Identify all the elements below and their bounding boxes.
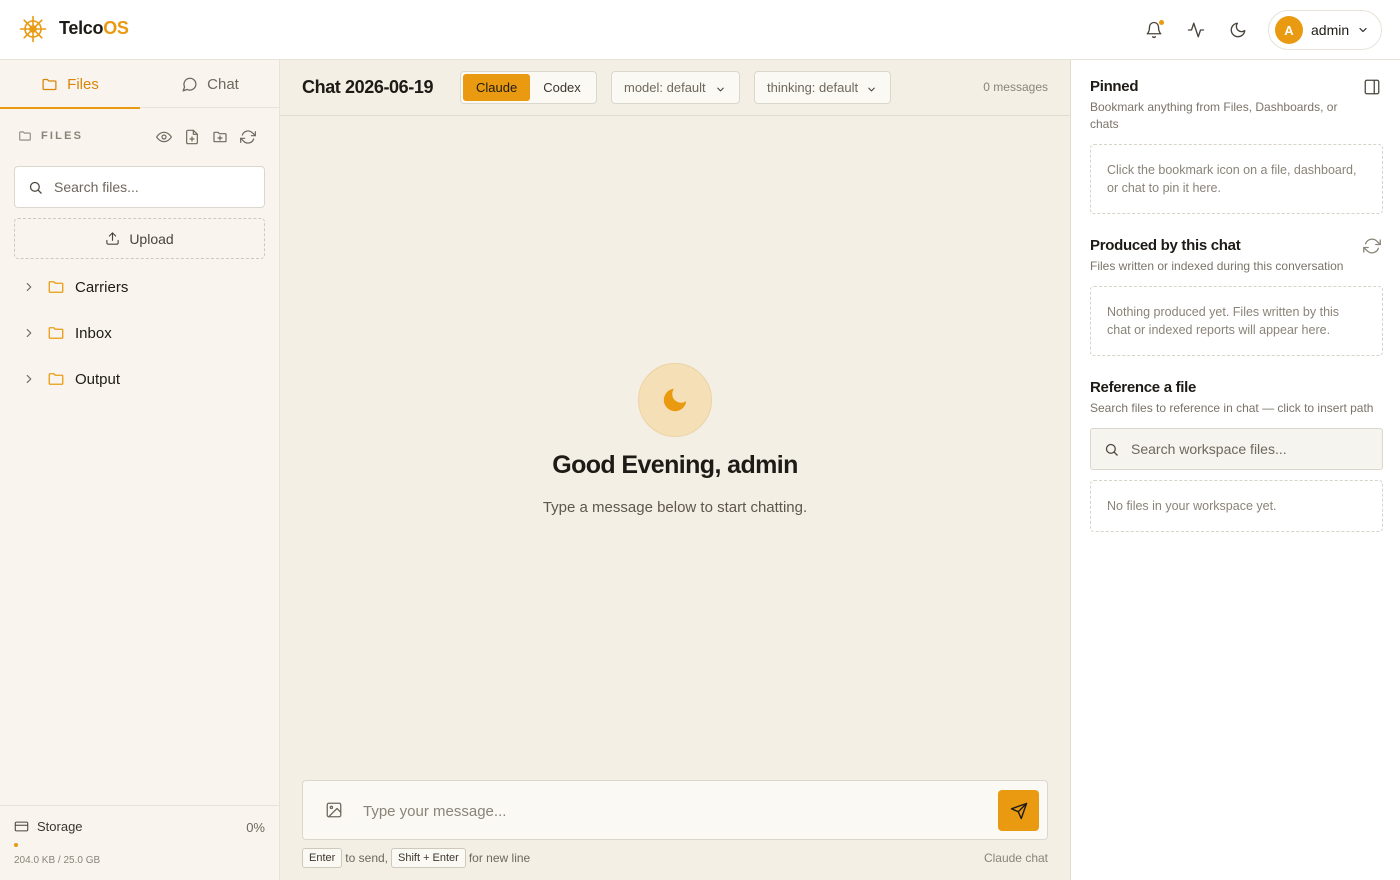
search-icon: [1105, 443, 1118, 456]
user-menu-button[interactable]: A admin: [1268, 10, 1382, 50]
search-files-input[interactable]: [54, 179, 244, 195]
pinned-description: Bookmark anything from Files, Dashboards…: [1090, 100, 1338, 131]
greeting-title: Good Evening, admin: [552, 451, 798, 479]
chevron-right-icon: [26, 374, 32, 384]
upload-button[interactable]: Upload: [14, 218, 265, 259]
chevron-right-icon: [26, 282, 32, 292]
storage-label-row: Storage: [14, 819, 83, 834]
moon-icon[interactable]: [1226, 18, 1250, 42]
tab-files-label: Files: [67, 75, 99, 93]
brand-name[interactable]: TelcoOS: [59, 18, 129, 39]
image-attach-icon[interactable]: [325, 801, 343, 819]
message-input[interactable]: [363, 799, 983, 823]
hint-text-send: to send,: [345, 851, 388, 865]
hint-key-enter: Enter: [302, 848, 343, 868]
message-count: 0 messages: [983, 80, 1048, 94]
chevron-down-icon: [717, 87, 724, 92]
model-dropdown[interactable]: model: default: [611, 71, 740, 104]
produced-description: Files written or indexed during this con…: [1090, 259, 1344, 273]
storage-progress-fill: [14, 843, 18, 847]
tree-folder-inbox[interactable]: Inbox: [22, 318, 262, 348]
thinking-dropdown-label: thinking: default: [767, 80, 859, 95]
greeting-subtitle: Type a message below to start chatting.: [542, 499, 808, 516]
folder-icon: [42, 78, 57, 90]
chevron-down-icon: [1357, 24, 1369, 36]
produced-empty-state: Nothing produced yet. Files written by t…: [1090, 286, 1383, 356]
folder-icon: [48, 281, 64, 293]
avatar: A: [1275, 16, 1303, 44]
ship-wheel-logo-icon[interactable]: [19, 15, 47, 43]
folder-icon: [48, 327, 64, 339]
greeting-moon-badge: [638, 363, 712, 437]
tree-folder-carriers[interactable]: Carriers: [22, 272, 262, 302]
files-actions: [155, 128, 267, 146]
sidebar-tabs: Files Chat: [0, 60, 280, 109]
tree-folder-label: Output: [75, 370, 121, 388]
right-panel: Pinned Bookmark anything from Files, Das…: [1070, 60, 1400, 880]
model-dropdown-label: model: default: [624, 80, 706, 95]
moon-icon: [663, 388, 687, 412]
chat-mode-label: Claude chat: [983, 851, 1048, 865]
files-section-header: FILES: [18, 129, 83, 143]
tab-chat[interactable]: Chat: [140, 60, 280, 108]
pinned-title: Pinned: [1090, 78, 1139, 95]
hard-drive-icon: [14, 821, 29, 832]
storage-size: 204.0 KB / 25.0 GB: [14, 855, 101, 866]
folder-icon: [19, 131, 31, 141]
tree-folder-label: Inbox: [75, 324, 112, 342]
chat-title: Chat 2026-06-19: [302, 77, 434, 97]
brand-part-1: Telco: [59, 18, 104, 38]
reference-description: Search files to reference in chat — clic…: [1090, 401, 1374, 415]
search-icon: [29, 181, 42, 194]
provider-codex-button[interactable]: Codex: [530, 74, 594, 101]
pinned-empty-state: Click the bookmark icon on a file, dashb…: [1090, 144, 1383, 214]
folder-icon: [48, 373, 64, 385]
produced-title: Produced by this chat: [1090, 237, 1241, 254]
chevron-right-icon: [26, 328, 32, 338]
user-name: admin: [1311, 22, 1350, 38]
keyboard-hints: Enter to send, Shift + Enter for new lin…: [302, 848, 533, 868]
send-button[interactable]: [998, 790, 1039, 831]
chat-panel: Chat 2026-06-19 Claude Codex model: defa…: [280, 60, 1070, 880]
notification-dot: [1159, 20, 1164, 25]
thinking-dropdown[interactable]: thinking: default: [754, 71, 891, 104]
message-icon: [182, 77, 197, 92]
activity-icon[interactable]: [1184, 18, 1208, 42]
brand-part-2: OS: [103, 18, 129, 38]
upload-icon: [106, 232, 119, 245]
storage-progress-bar: [14, 843, 265, 847]
chat-header: Chat 2026-06-19 Claude Codex model: defa…: [280, 60, 1070, 116]
reference-title: Reference a file: [1090, 379, 1197, 396]
send-icon: [1010, 802, 1027, 819]
hint-key-shift-enter: Shift + Enter: [391, 848, 466, 868]
bell-icon[interactable]: [1142, 18, 1166, 42]
provider-toggle: Claude Codex: [460, 71, 597, 104]
provider-claude-button[interactable]: Claude: [463, 74, 531, 101]
message-composer: [302, 780, 1048, 840]
new-file-icon[interactable]: [183, 128, 201, 146]
reference-empty-state: No files in your workspace yet.: [1090, 480, 1383, 532]
workspace-search-field[interactable]: [1090, 428, 1383, 470]
hint-text-newline: for new line: [468, 851, 531, 865]
files-section-label: FILES: [41, 130, 84, 142]
left-sidebar: Files Chat FILES Upload Carr: [0, 60, 280, 880]
storage-section: Storage 0% 204.0 KB / 25.0 GB: [0, 805, 279, 880]
upload-label: Upload: [129, 230, 174, 247]
refresh-icon[interactable]: [239, 128, 257, 146]
new-folder-icon[interactable]: [211, 128, 229, 146]
panel-toggle-icon[interactable]: [1362, 77, 1382, 97]
tab-files[interactable]: Files: [0, 60, 140, 109]
refresh-icon[interactable]: [1362, 236, 1382, 256]
search-files-field[interactable]: [14, 166, 265, 208]
tree-folder-label: Carriers: [75, 278, 129, 296]
workspace-search-input[interactable]: [1131, 441, 1361, 457]
chevron-down-icon: [868, 87, 875, 92]
storage-label: Storage: [37, 819, 83, 834]
eye-icon[interactable]: [155, 128, 173, 146]
tab-chat-label: Chat: [207, 75, 239, 93]
top-bar: TelcoOS A admin: [0, 0, 1400, 60]
storage-percent: 0%: [246, 820, 265, 835]
tree-folder-output[interactable]: Output: [22, 364, 262, 394]
